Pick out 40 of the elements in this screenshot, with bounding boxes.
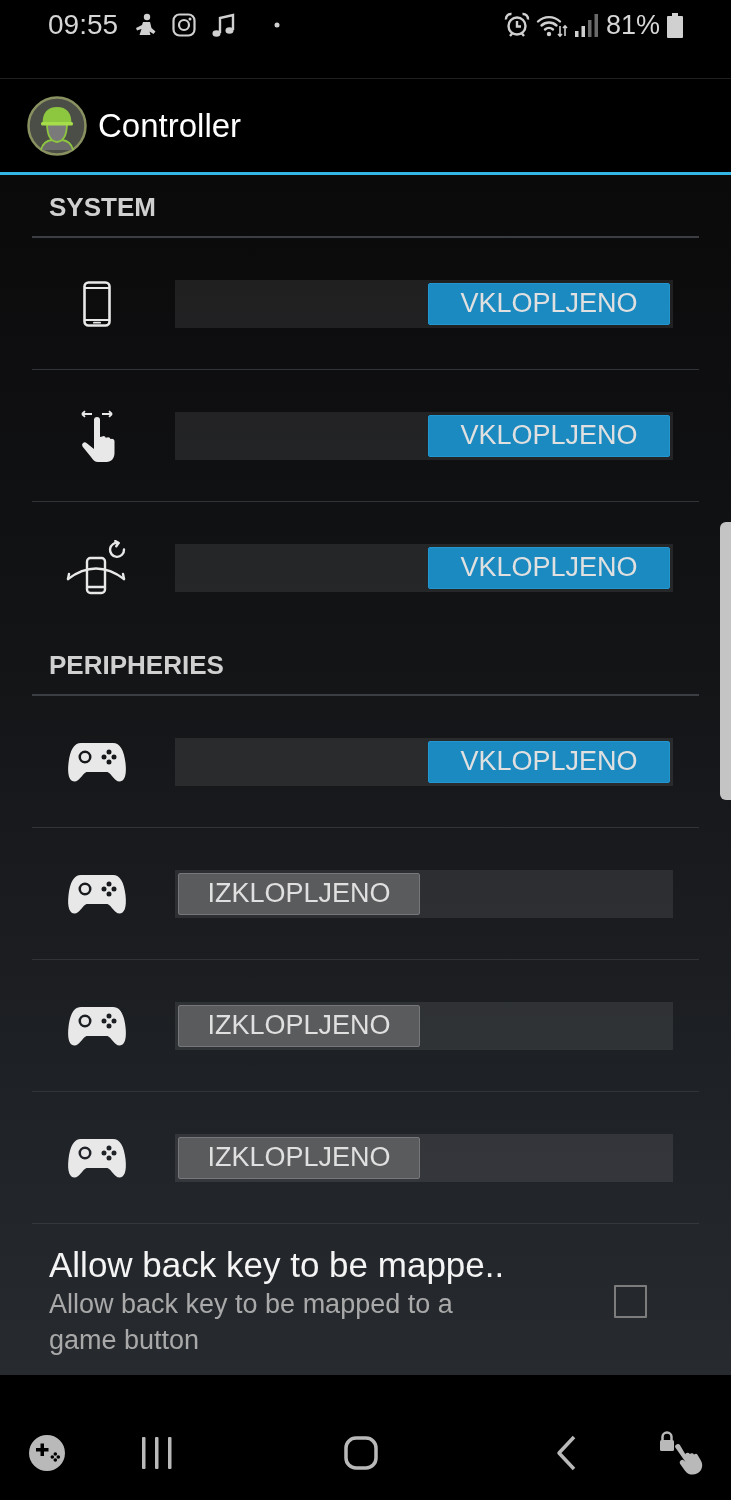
gamepad-icon [67, 872, 127, 915]
toggle-thumb[interactable]: IZKLOPLJENO [178, 872, 420, 915]
hand-swipe-icon [79, 408, 115, 463]
gamepad-icon [67, 740, 127, 783]
setting-title: Allow back key to be mappe.. [49, 1244, 505, 1286]
toggle-track[interactable]: IZKLOPLJENO [175, 869, 673, 918]
toggle-track[interactable]: IZKLOPLJENO [175, 1133, 673, 1182]
phone-icon [83, 280, 111, 327]
toggle-thumb[interactable]: VKLOPLJENO [428, 414, 670, 457]
back-icon[interactable] [555, 1434, 577, 1471]
setting-summary: Allow back key to be mapped to a game button [49, 1288, 454, 1357]
toggle-thumb[interactable]: VKLOPLJENO [428, 546, 670, 589]
clock-time: 09:55 [48, 8, 119, 42]
alarm-clock-icon [503, 12, 530, 38]
toggle-track[interactable]: VKLOPLJENO [175, 737, 673, 786]
lock-touch-icon[interactable] [657, 1429, 704, 1476]
section-title: PERIPHERIES [49, 650, 224, 680]
signal-icon [573, 13, 600, 37]
camera-icon [172, 13, 197, 37]
home-icon[interactable] [344, 1435, 378, 1470]
toggle-thumb[interactable]: VKLOPLJENO [428, 282, 670, 325]
battery-icon [666, 12, 684, 38]
dot-icon [274, 22, 281, 28]
toggle-thumb[interactable]: IZKLOPLJENO [178, 1136, 420, 1179]
toggle-track[interactable]: VKLOPLJENO [175, 411, 673, 460]
toggle-thumb[interactable]: VKLOPLJENO [428, 740, 670, 783]
toggle-track[interactable]: VKLOPLJENO [175, 543, 673, 592]
music-note-icon [211, 12, 237, 38]
battery-percent: 81% [605, 9, 660, 42]
toggle-track[interactable]: VKLOPLJENO [175, 279, 673, 328]
recent-apps-icon[interactable] [142, 1436, 172, 1469]
app-title: Controller [98, 105, 242, 146]
toggle-thumb[interactable]: IZKLOPLJENO [178, 1004, 420, 1047]
gamepad-icon [67, 1136, 127, 1179]
section-title: SYSTEM [49, 192, 156, 222]
gamepad-icon [67, 1004, 127, 1047]
logo-icon [27, 95, 87, 156]
figure-icon [135, 13, 158, 37]
toggle-track[interactable]: IZKLOPLJENO [175, 1001, 673, 1050]
checkbox[interactable] [614, 1284, 647, 1318]
